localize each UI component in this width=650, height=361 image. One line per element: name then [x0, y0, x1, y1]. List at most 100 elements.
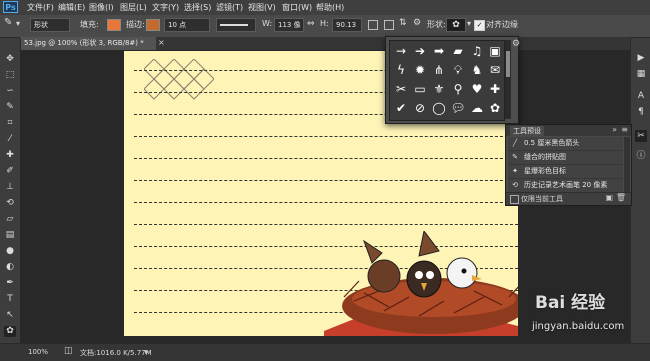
stroke-color-swatch[interactable] [146, 19, 160, 31]
stamp-tool-icon[interactable]: ⊥ [4, 182, 16, 193]
preset-item[interactable]: ╱ 0.5 厘米黑色箭头 [508, 137, 623, 151]
current-tool-only-label: 仅限当前工具 [521, 195, 563, 203]
starburst-shape-icon[interactable]: ✹ [411, 62, 429, 78]
picker-scroll-thumb[interactable] [506, 51, 510, 77]
chevron-down-icon[interactable]: ▾ [16, 19, 20, 28]
gradient-tool-icon[interactable]: ▤ [4, 230, 16, 241]
mode-select[interactable]: 形状 [30, 18, 70, 32]
height-input[interactable]: 90.13 [332, 18, 362, 32]
banner-shape-icon[interactable]: ▰ [449, 43, 467, 59]
menu-select[interactable]: 选择(S) [184, 2, 211, 13]
dashed-rule [134, 224, 518, 225]
menu-help[interactable]: 帮助(H) [316, 2, 344, 13]
share-icon[interactable]: ◫ [64, 346, 73, 356]
music-note-shape-icon[interactable]: ♫ [468, 43, 486, 59]
path-arrangement-icon[interactable]: ⇅ [399, 18, 407, 28]
path-operations-icon[interactable] [368, 20, 378, 30]
no-symbol-shape-icon[interactable]: ⊘ [411, 100, 429, 116]
envelope-shape-icon[interactable]: ✉ [486, 62, 504, 78]
custom-shape-tool-icon[interactable]: ✿ [4, 326, 16, 337]
collapse-icon[interactable]: » [612, 125, 617, 134]
menu-file[interactable]: 文件(F) [27, 2, 54, 13]
presets-footer: 仅限当前工具 ▣ 🗑︎ [506, 192, 631, 205]
fleur-de-lis-shape-icon[interactable]: ⚜ [430, 81, 448, 97]
crop-tool-icon[interactable]: ⌗ [4, 118, 16, 129]
paragraph-icon[interactable]: ¶ [635, 106, 647, 118]
panel-tab-tool-presets[interactable]: 工具预设 [510, 126, 544, 136]
eraser-tool-icon[interactable]: ▱ [4, 214, 16, 225]
grass-shape-icon[interactable]: ⋔ [430, 62, 448, 78]
dodge-tool-icon[interactable]: ◐ [4, 262, 16, 273]
menu-edit[interactable]: 编辑(E) [58, 2, 85, 13]
close-icon[interactable]: × [158, 38, 165, 47]
puzzle-shape-icon[interactable]: ✚ [486, 81, 504, 97]
document-tab[interactable]: 53.jpg @ 100% (形状 3, RGB/8#) * [20, 37, 156, 50]
tool-preset-icon[interactable]: ✎ [4, 17, 12, 28]
speech-bubble-shape-icon[interactable]: 💬︎ [449, 100, 467, 116]
lasso-tool-icon[interactable]: ∽ [4, 86, 16, 97]
play-icon[interactable]: ▶ [635, 52, 647, 64]
watermark-url: jingyan.baidu.com [532, 321, 625, 332]
link-icon[interactable]: ⇔ [307, 19, 315, 29]
gear-icon[interactable]: ⚙ [413, 18, 421, 28]
shape-picker-button[interactable]: ✿ [446, 18, 466, 32]
rectangle-frame-shape-icon[interactable]: ▭ [411, 81, 429, 97]
frame-shape-icon[interactable]: ▣ [486, 43, 504, 59]
bird-silhouette-shape-icon[interactable]: ⚲ [449, 81, 467, 97]
healing-tool-icon[interactable]: ✚ [4, 150, 16, 161]
histogram-icon[interactable]: ▦ [635, 68, 647, 80]
arrow-thin-shape-icon[interactable]: → [392, 43, 410, 59]
quick-select-tool-icon[interactable]: ✎ [4, 102, 16, 113]
bird-shape-icon[interactable]: ♞ [468, 62, 486, 78]
pen-tool-icon[interactable]: ✒ [4, 278, 16, 289]
zoom-level[interactable]: 100% [28, 348, 48, 356]
preset-item[interactable]: ✦ 星爆彩色目标 [508, 165, 623, 179]
blob-shape-icon[interactable]: ☁ [468, 100, 486, 116]
chevron-right-icon[interactable]: ▸ [145, 347, 149, 356]
checkmark-shape-icon[interactable]: ✔ [392, 100, 410, 116]
marquee-tool-icon[interactable]: ⬚ [4, 70, 16, 81]
menu-icon[interactable]: ≡ [621, 125, 628, 134]
brush-tool-icon[interactable]: ✐ [4, 166, 16, 177]
circle-frame-shape-icon[interactable]: ◯ [430, 100, 448, 116]
preset-item[interactable]: ✎ 缝合的拼贴图 [508, 151, 623, 165]
stroke-size-input[interactable]: 10 点 [164, 18, 210, 32]
chevron-down-icon[interactable]: ▾ [467, 19, 471, 28]
arrow-bold-shape-icon[interactable]: ➔ [411, 43, 429, 59]
tool-presets-icon[interactable]: ✂ [635, 130, 647, 142]
preset-icon: ✦ [512, 167, 518, 175]
current-tool-only-checkbox[interactable] [510, 195, 519, 204]
new-preset-icon[interactable]: ▣ [605, 193, 613, 202]
eyedropper-tool-icon[interactable]: ⁄ [4, 134, 16, 145]
character-icon[interactable]: A [635, 90, 647, 102]
move-tool-icon[interactable]: ✥ [4, 54, 16, 65]
gear-icon[interactable]: ⚙ [512, 39, 520, 49]
scissors-shape-icon[interactable]: ✂ [392, 81, 410, 97]
fill-color-swatch[interactable] [107, 19, 121, 31]
dashed-rule [134, 180, 518, 181]
menu-layer[interactable]: 图层(L) [120, 2, 147, 13]
menu-window[interactable]: 窗口(W) [282, 2, 312, 13]
lightning-shape-icon[interactable]: ϟ [392, 62, 410, 78]
lightbulb-shape-icon[interactable]: 💡︎ [449, 62, 467, 78]
info-icon[interactable]: ⓘ [635, 150, 647, 162]
width-input[interactable]: 113 像 [274, 18, 304, 32]
stroke-type-select[interactable] [216, 18, 256, 32]
flower-shape-icon[interactable]: ✿ [486, 100, 504, 116]
arrow-heavy-shape-icon[interactable]: ➡ [430, 43, 448, 59]
preset-item[interactable]: ⟲ 历史记录艺术画笔 20 像素 [508, 179, 623, 193]
path-select-tool-icon[interactable]: ↖ [4, 310, 16, 321]
presets-scrollbar[interactable] [624, 137, 630, 192]
type-tool-icon[interactable]: T [4, 294, 16, 305]
blur-tool-icon[interactable]: ● [4, 246, 16, 257]
menu-type[interactable]: 文字(Y) [152, 2, 179, 13]
path-alignment-icon[interactable] [384, 20, 394, 30]
diamond-pattern [144, 59, 214, 100]
menu-view[interactable]: 视图(V) [248, 2, 276, 13]
menu-filter[interactable]: 滤镜(T) [216, 2, 243, 13]
trash-icon[interactable]: 🗑︎ [616, 193, 626, 202]
menu-image[interactable]: 图像(I) [89, 2, 114, 13]
history-brush-icon[interactable]: ⟲ [4, 198, 16, 209]
align-edges-checkbox[interactable]: ✓ [474, 20, 485, 31]
heart-shape-icon[interactable]: ♥ [468, 81, 486, 97]
